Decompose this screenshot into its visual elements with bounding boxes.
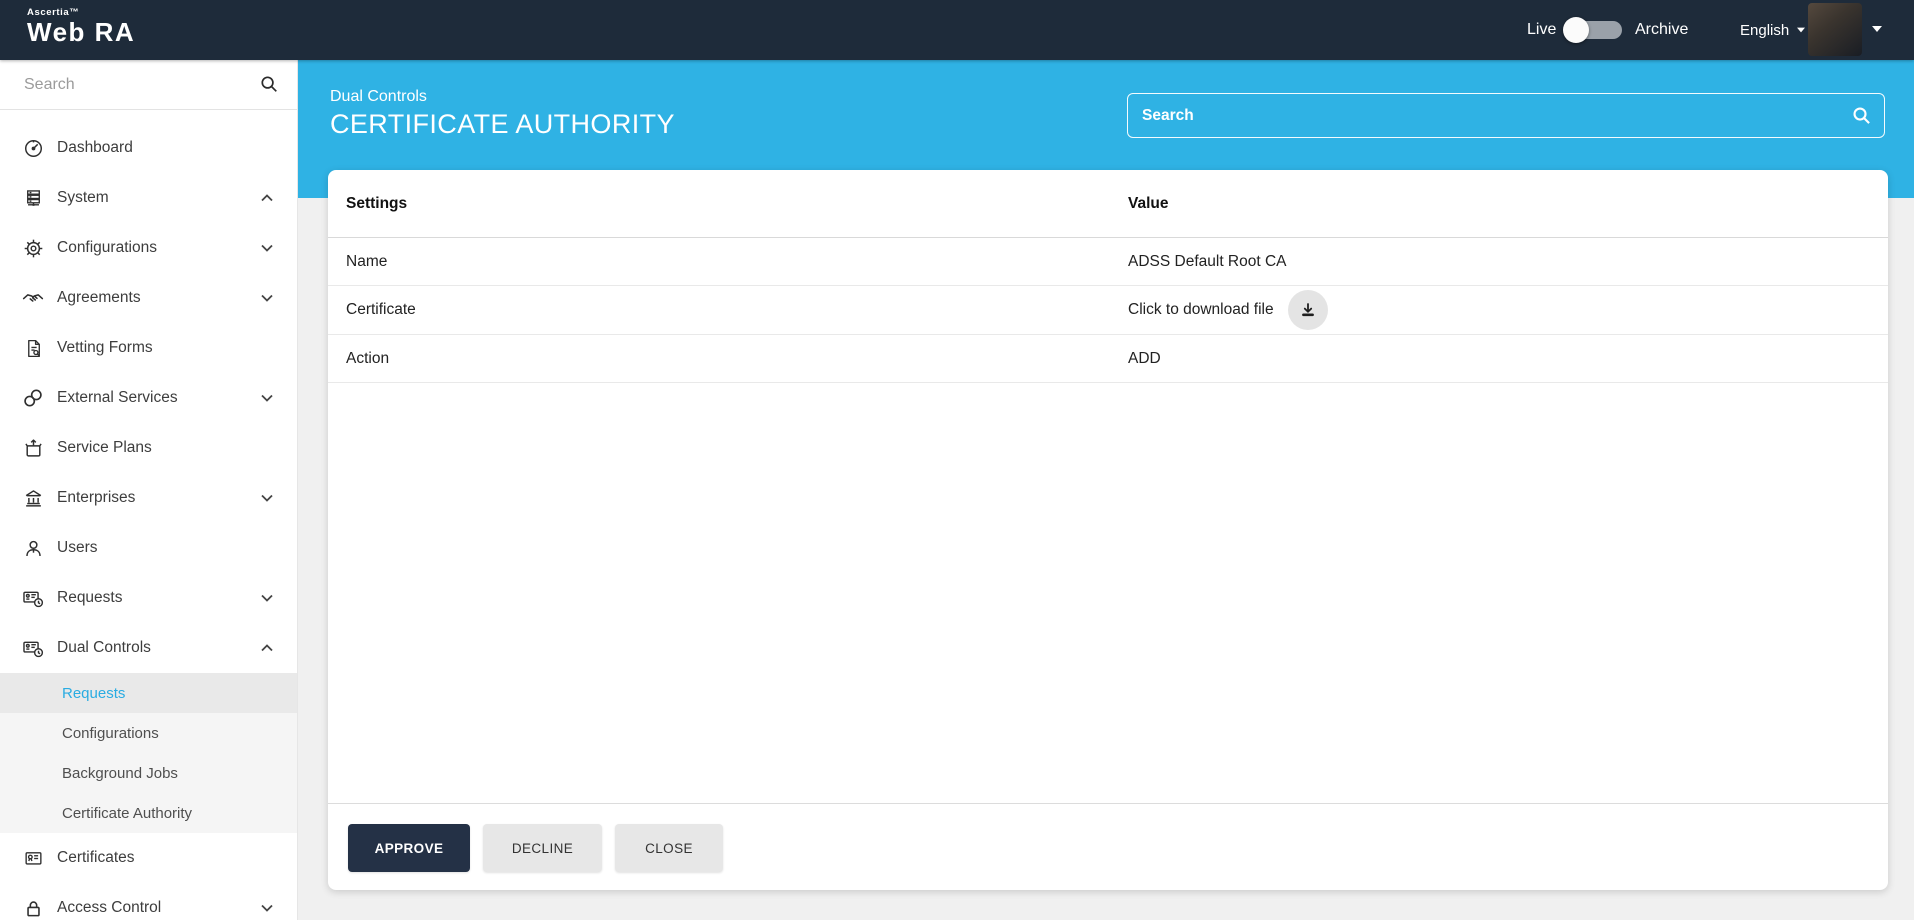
sidebar-item-dashboard[interactable]: Dashboard	[0, 123, 297, 173]
table-row: Action ADD	[328, 335, 1888, 383]
sidebar-item-label: External Services	[57, 389, 178, 406]
user-menu-chevron-down-icon[interactable]	[1872, 26, 1882, 32]
card-footer: APPROVE DECLINE CLOSE	[328, 803, 1888, 890]
table-row: Certificate Click to download file	[328, 286, 1888, 335]
sidebar-item-label: Access Control	[57, 899, 162, 916]
chevron-down-icon	[261, 594, 273, 602]
row-value-action: ADD	[1128, 349, 1161, 367]
sidebar-item-service-plans[interactable]: Service Plans	[0, 423, 297, 473]
vetting-form-icon	[22, 337, 44, 359]
column-header-settings: Settings	[346, 195, 408, 212]
dual-controls-submenu: Requests Configurations Background Jobs …	[0, 673, 297, 833]
sidebar-item-label: Dashboard	[57, 139, 133, 156]
sidebar-search	[0, 60, 297, 110]
user-avatar[interactable]	[1808, 3, 1862, 56]
download-button[interactable]	[1287, 290, 1328, 330]
row-setting-certificate: Certificate	[346, 301, 416, 318]
webra-app: Ascertia™ Web RA Live Archive English Se…	[0, 0, 1914, 920]
row-setting-name: Name	[346, 252, 388, 270]
column-header-value: Value	[1128, 195, 1169, 212]
user-icon	[22, 537, 44, 559]
webra-logo[interactable]: Ascertia™ Web RA	[27, 7, 135, 46]
sidebar-item-enterprises[interactable]: Enterprises	[0, 473, 297, 523]
sidebar-item-label: Certificates	[57, 849, 135, 866]
row-setting-action: Action	[346, 349, 390, 367]
chevron-down-icon	[261, 244, 273, 252]
sidebar-item-vetting-forms[interactable]: Vetting Forms	[0, 323, 297, 373]
sidebar-item-label: System	[57, 189, 109, 206]
table-row: Name ADSS Default Root CA	[328, 238, 1888, 286]
dashboard-icon	[22, 137, 44, 159]
download-file-text: Click to download file	[1128, 301, 1274, 318]
archive-label: Archive	[1635, 21, 1689, 38]
decline-button[interactable]: DECLINE	[483, 824, 602, 872]
chevron-down-icon	[261, 394, 273, 402]
sidebar-item-label: Requests	[57, 589, 123, 606]
language-dropdown[interactable]: English	[1740, 0, 1806, 60]
page-title: CERTIFICATE AUTHORITY	[330, 109, 675, 139]
lock-icon	[22, 897, 44, 919]
breadcrumb: Dual Controls	[330, 88, 427, 105]
system-icon	[22, 187, 44, 209]
sidebar-search-input[interactable]	[24, 70, 244, 100]
sidebar-item-system[interactable]: System	[0, 173, 297, 223]
toggle-knob[interactable]	[1563, 17, 1589, 43]
dual-controls-card-clock-icon	[22, 637, 44, 659]
top-navbar: Ascertia™ Web RA Live Archive English	[0, 0, 1914, 60]
row-value-name: ADSS Default Root CA	[1128, 252, 1287, 270]
sidebar-item-label: Configurations	[57, 239, 157, 256]
language-label: English	[1740, 21, 1790, 39]
sidebar: Dashboard System	[0, 60, 298, 920]
close-button[interactable]: CLOSE	[615, 824, 723, 872]
search-icon[interactable]	[260, 75, 278, 93]
sidebar-item-requests[interactable]: Requests	[0, 573, 297, 623]
request-detail-card: Settings Value Name ADSS Default Root CA…	[328, 170, 1888, 890]
sidebar-item-label: Service Plans	[57, 439, 152, 456]
row-value-certificate: Click to download file	[1128, 286, 1328, 334]
live-archive-toggle[interactable]	[1563, 17, 1622, 43]
sidebar-nav: Dashboard System Configurations Agreemen…	[0, 110, 297, 920]
sidebar-item-external-services[interactable]: External Services	[0, 373, 297, 423]
chevron-down-icon	[1797, 27, 1806, 33]
approve-button[interactable]: APPROVE	[348, 824, 470, 872]
package-export-icon	[22, 437, 44, 459]
page-titles: Dual Controls CERTIFICATE AUTHORITY	[330, 88, 675, 140]
request-card-clock-icon	[22, 587, 44, 609]
handshake-icon	[22, 287, 44, 309]
sidebar-item-label: Enterprises	[57, 489, 136, 506]
table-header-row: Settings Value	[328, 170, 1888, 238]
certificate-icon	[22, 847, 44, 869]
gear-icon	[22, 237, 44, 259]
bank-icon	[22, 487, 44, 509]
sidebar-subitem-background-jobs[interactable]: Background Jobs	[0, 753, 297, 793]
search-icon[interactable]	[1852, 106, 1871, 125]
sidebar-item-access-control[interactable]: Access Control	[0, 883, 297, 920]
download-icon	[1299, 301, 1317, 319]
sidebar-item-agreements[interactable]: Agreements	[0, 273, 297, 323]
sidebar-subitem-certificate-authority[interactable]: Certificate Authority	[0, 793, 297, 833]
chevron-down-icon	[261, 294, 273, 302]
chevron-up-icon	[261, 644, 273, 652]
page-search-input[interactable]	[1142, 101, 1832, 131]
chevron-down-icon	[261, 494, 273, 502]
page-search	[1127, 93, 1885, 138]
chevron-up-icon	[261, 194, 273, 202]
sidebar-item-label: Dual Controls	[57, 639, 151, 656]
brand-webra: Web RA	[27, 17, 136, 47]
chevron-down-icon	[261, 904, 273, 912]
sidebar-subitem-configurations[interactable]: Configurations	[0, 713, 297, 753]
sidebar-item-dual-controls[interactable]: Dual Controls	[0, 623, 297, 673]
sidebar-item-label: Vetting Forms	[57, 339, 153, 356]
sidebar-item-configurations[interactable]: Configurations	[0, 223, 297, 273]
sidebar-item-label: Agreements	[57, 289, 141, 306]
sidebar-subitem-requests[interactable]: Requests	[0, 673, 297, 713]
live-label: Live	[1527, 21, 1557, 38]
link-icon	[22, 387, 44, 409]
sidebar-item-certificates[interactable]: Certificates	[0, 833, 297, 883]
sidebar-item-users[interactable]: Users	[0, 523, 297, 573]
sidebar-item-label: Users	[57, 539, 98, 556]
